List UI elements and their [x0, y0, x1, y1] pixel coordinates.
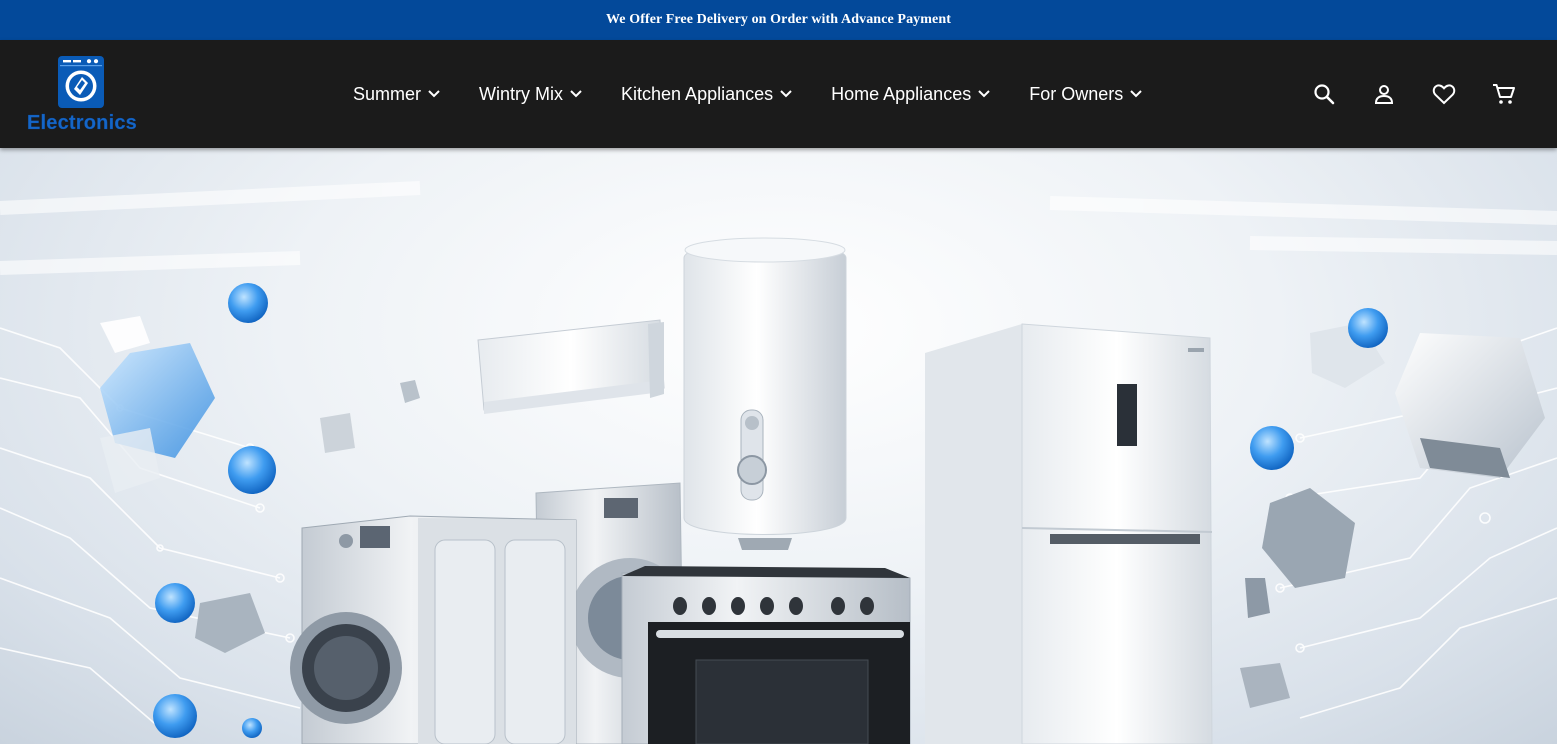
main-nav: Summer Wintry Mix Kitchen Appliances Hom… — [353, 80, 1181, 108]
site-header: Electronics Summer Wintry Mix Kitchen Ap… — [0, 40, 1557, 148]
nav-item-label: Wintry Mix — [479, 83, 564, 104]
brand-logo[interactable]: Electronics — [20, 56, 144, 136]
water-heater — [683, 237, 847, 550]
cart-icon[interactable] — [1491, 81, 1517, 107]
nav-item-for-owners[interactable]: For Owners — [1029, 84, 1143, 105]
washing-machine-logo-icon — [58, 56, 104, 108]
nav-item-label: Kitchen Appliances — [621, 83, 774, 104]
chevron-down-icon — [978, 90, 990, 98]
nav-item-wintry-mix[interactable]: Wintry Mix — [479, 84, 583, 105]
hero-appliances-illustration — [0, 181, 1557, 744]
gas-cooker — [621, 566, 911, 744]
washing-machine-front — [290, 515, 577, 744]
chevron-down-icon — [780, 90, 792, 98]
search-icon[interactable] — [1311, 81, 1337, 107]
brand-name: Electronics — [26, 112, 138, 134]
account-icon[interactable] — [1371, 81, 1397, 107]
nav-item-label: For Owners — [1029, 83, 1124, 104]
announcement-bar: We Offer Free Delivery on Order with Adv… — [0, 0, 1557, 40]
nav-item-home-appliances[interactable]: Home Appliances — [831, 84, 991, 105]
hero-banner[interactable] — [0, 148, 1557, 744]
chevron-down-icon — [570, 90, 582, 98]
refrigerator — [925, 323, 1213, 744]
nav-item-summer[interactable]: Summer — [353, 84, 441, 105]
announcement-text: We Offer Free Delivery on Order with Adv… — [605, 12, 951, 27]
air-conditioner — [477, 319, 665, 414]
nav-item-label: Home Appliances — [831, 83, 972, 104]
chevron-down-icon — [428, 90, 440, 98]
nav-item-label: Summer — [353, 83, 422, 104]
header-icons — [1311, 81, 1517, 107]
floating-cubes-right — [1240, 308, 1545, 708]
chevron-down-icon — [1130, 90, 1142, 98]
wishlist-heart-icon[interactable] — [1431, 81, 1457, 107]
nav-item-kitchen-appliances[interactable]: Kitchen Appliances — [621, 84, 793, 105]
